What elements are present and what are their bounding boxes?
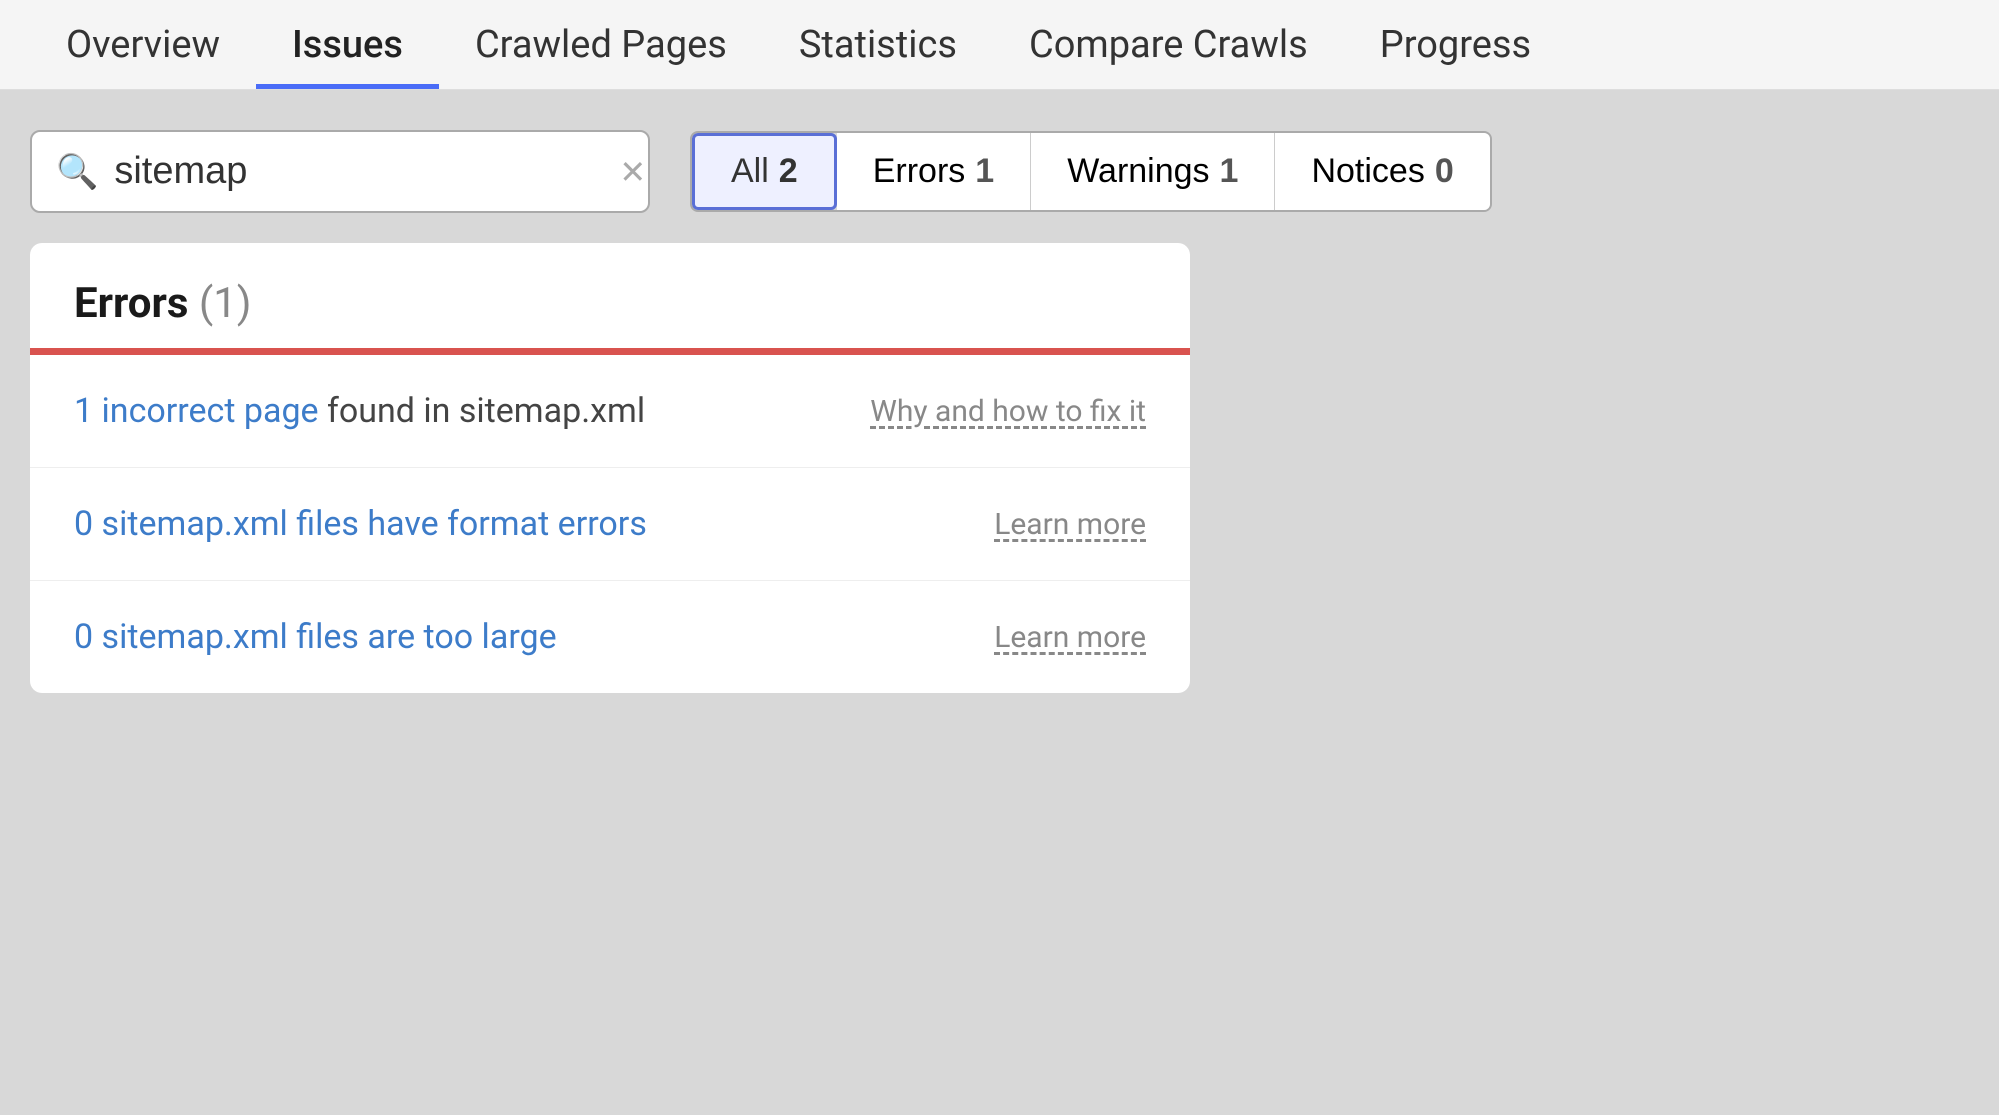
issue-link-3[interactable]: 0 sitemap.xml files are too large	[74, 617, 557, 657]
issue-row-1: 1 incorrect page found in sitemap.xml Wh…	[30, 355, 1190, 468]
issue-row-2: 0 sitemap.xml files have format errors L…	[30, 468, 1190, 581]
issue-row-3: 0 sitemap.xml files are too large Learn …	[30, 581, 1190, 693]
filter-warnings-button[interactable]: Warnings 1	[1031, 133, 1275, 210]
issue-text-3: 0 sitemap.xml files are too large	[74, 617, 954, 657]
filter-notices-button[interactable]: Notices 0	[1275, 133, 1489, 210]
tab-progress[interactable]: Progress	[1344, 0, 1567, 89]
tab-issues[interactable]: Issues	[256, 0, 439, 89]
error-red-bar	[30, 348, 1190, 355]
issue-text-1: 1 incorrect page found in sitemap.xml	[74, 391, 830, 431]
tab-overview[interactable]: Overview	[30, 0, 256, 89]
filter-all-button[interactable]: All 2	[692, 133, 837, 210]
issue-link-2[interactable]: 0 sitemap.xml files have format errors	[74, 504, 647, 544]
learn-more-link-3[interactable]: Learn more	[994, 620, 1146, 655]
main-content: 🔍 ✕ All 2 Errors 1 Warnings 1 Notices 0	[0, 90, 1999, 733]
tab-bar: Overview Issues Crawled Pages Statistics…	[0, 0, 1999, 90]
filter-errors-button[interactable]: Errors 1	[837, 133, 1031, 210]
search-filter-row: 🔍 ✕ All 2 Errors 1 Warnings 1 Notices 0	[30, 130, 1969, 213]
errors-title: Errors (1)	[74, 279, 251, 328]
issue-link-1[interactable]: 1 incorrect page	[74, 391, 319, 431]
errors-section-header: Errors (1)	[30, 243, 1190, 348]
filter-buttons: All 2 Errors 1 Warnings 1 Notices 0	[690, 131, 1492, 212]
search-icon: 🔍	[56, 152, 98, 192]
clear-search-button[interactable]: ✕	[619, 153, 646, 191]
search-box: 🔍 ✕	[30, 130, 650, 213]
issue-text-2: 0 sitemap.xml files have format errors	[74, 504, 954, 544]
search-input[interactable]	[114, 150, 603, 193]
why-fix-link-1[interactable]: Why and how to fix it	[870, 394, 1146, 429]
tab-compare-crawls[interactable]: Compare Crawls	[993, 0, 1344, 89]
tab-statistics[interactable]: Statistics	[763, 0, 993, 89]
learn-more-link-2[interactable]: Learn more	[994, 507, 1146, 542]
tab-crawled-pages[interactable]: Crawled Pages	[439, 0, 763, 89]
results-card: Errors (1) 1 incorrect page found in sit…	[30, 243, 1190, 693]
